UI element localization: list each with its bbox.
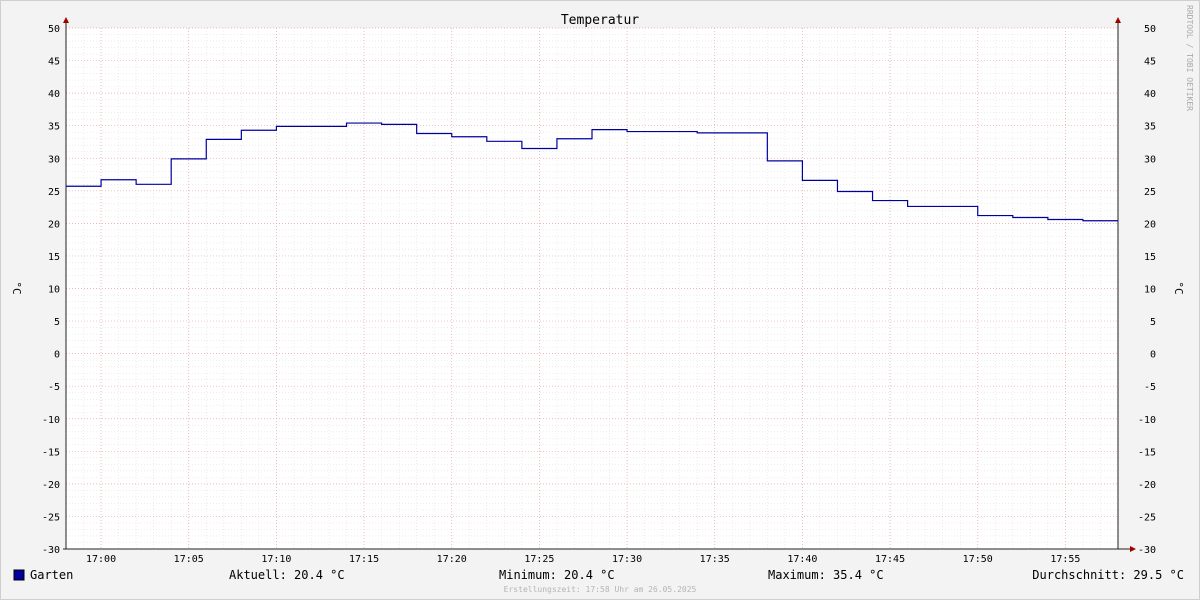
x-tick-label: 17:50 <box>963 554 993 565</box>
y-tick-label-right: -30 <box>1138 545 1156 556</box>
y-tick-label-right: 20 <box>1144 219 1156 230</box>
temperature-chart: 50 5045 4540 4035 3530 3025 2520 2015 1510 105 50 0… <box>0 0 1200 600</box>
x-tick-label: 17:10 <box>261 554 291 565</box>
y-tick-label-left: 45 <box>48 57 60 68</box>
x-tick-label: 17:15 <box>349 554 379 565</box>
legend-maximum: Maximum: 35.4 °C <box>768 568 884 582</box>
x-tick-label: 17:25 <box>524 554 554 565</box>
y-tick-label-right: -10 <box>1138 415 1156 426</box>
y-tick-label-right: -5 <box>1144 382 1156 393</box>
y-tick-label-left: 30 <box>48 154 60 165</box>
legend-average: Durchschnitt: 29.5 °C <box>1032 568 1184 582</box>
creation-timestamp: Erstellungszeit: 17:58 Uhr am 26.05.2025 <box>504 585 697 594</box>
y-tick-label-left: -30 <box>42 545 60 556</box>
y-tick-label-left: 35 <box>48 122 60 133</box>
y-tick-label-right: 0 <box>1150 350 1156 361</box>
x-tick-label: 17:45 <box>875 554 905 565</box>
y-tick-label-left: 20 <box>48 219 60 230</box>
y-tick-label-left: -15 <box>42 447 60 458</box>
y-tick-label-right: -20 <box>1138 480 1156 491</box>
x-tick-label: 17:05 <box>174 554 204 565</box>
y-tick-label-right: 15 <box>1144 252 1156 263</box>
y-tick-label-left: 10 <box>48 285 60 296</box>
y-tick-label-right: 5 <box>1150 317 1156 328</box>
y-tick-label-right: 40 <box>1144 89 1156 100</box>
x-tick-label: 17:35 <box>700 554 730 565</box>
rrdtool-watermark: RRDTOOL / TOBI OETIKER <box>1185 5 1194 111</box>
y-tick-label-left: 25 <box>48 187 60 198</box>
legend-series-name: Garten <box>30 568 73 582</box>
y-tick-label-right: 35 <box>1144 122 1156 133</box>
x-tick-label: 17:00 <box>86 554 116 565</box>
x-tick-label: 17:40 <box>787 554 817 565</box>
y-tick-label-left: 40 <box>48 89 60 100</box>
y-tick-label-left: -10 <box>42 415 60 426</box>
y-tick-label-left: -20 <box>42 480 60 491</box>
chart-title: Temperatur <box>561 13 639 28</box>
y-tick-label-right: 45 <box>1144 57 1156 68</box>
y-tick-label-left: 15 <box>48 252 60 263</box>
y-tick-label-right: 10 <box>1144 285 1156 296</box>
y-axis-label-left: °C <box>10 281 23 294</box>
legend-swatch-garten <box>13 569 25 581</box>
y-tick-label-right: -15 <box>1138 447 1156 458</box>
y-tick-label-left: 0 <box>54 350 60 361</box>
y-tick-label-right: 25 <box>1144 187 1156 198</box>
y-tick-label-left: -25 <box>42 512 60 523</box>
x-tick-label: 17:20 <box>437 554 467 565</box>
y-tick-label-right: 30 <box>1144 154 1156 165</box>
x-tick-label: 17:55 <box>1050 554 1080 565</box>
y-tick-label-right: 50 <box>1144 24 1156 35</box>
y-tick-label-left: 5 <box>54 317 60 328</box>
y-tick-label-left: -5 <box>48 382 60 393</box>
x-tick-label: 17:30 <box>612 554 642 565</box>
legend-minimum: Minimum: 20.4 °C <box>499 568 615 582</box>
y-tick-label-left: 50 <box>48 24 60 35</box>
legend-current: Aktuell: 20.4 °C <box>229 568 345 582</box>
y-tick-label-right: -25 <box>1138 512 1156 523</box>
y-axis-label-right: °C <box>1172 281 1185 294</box>
